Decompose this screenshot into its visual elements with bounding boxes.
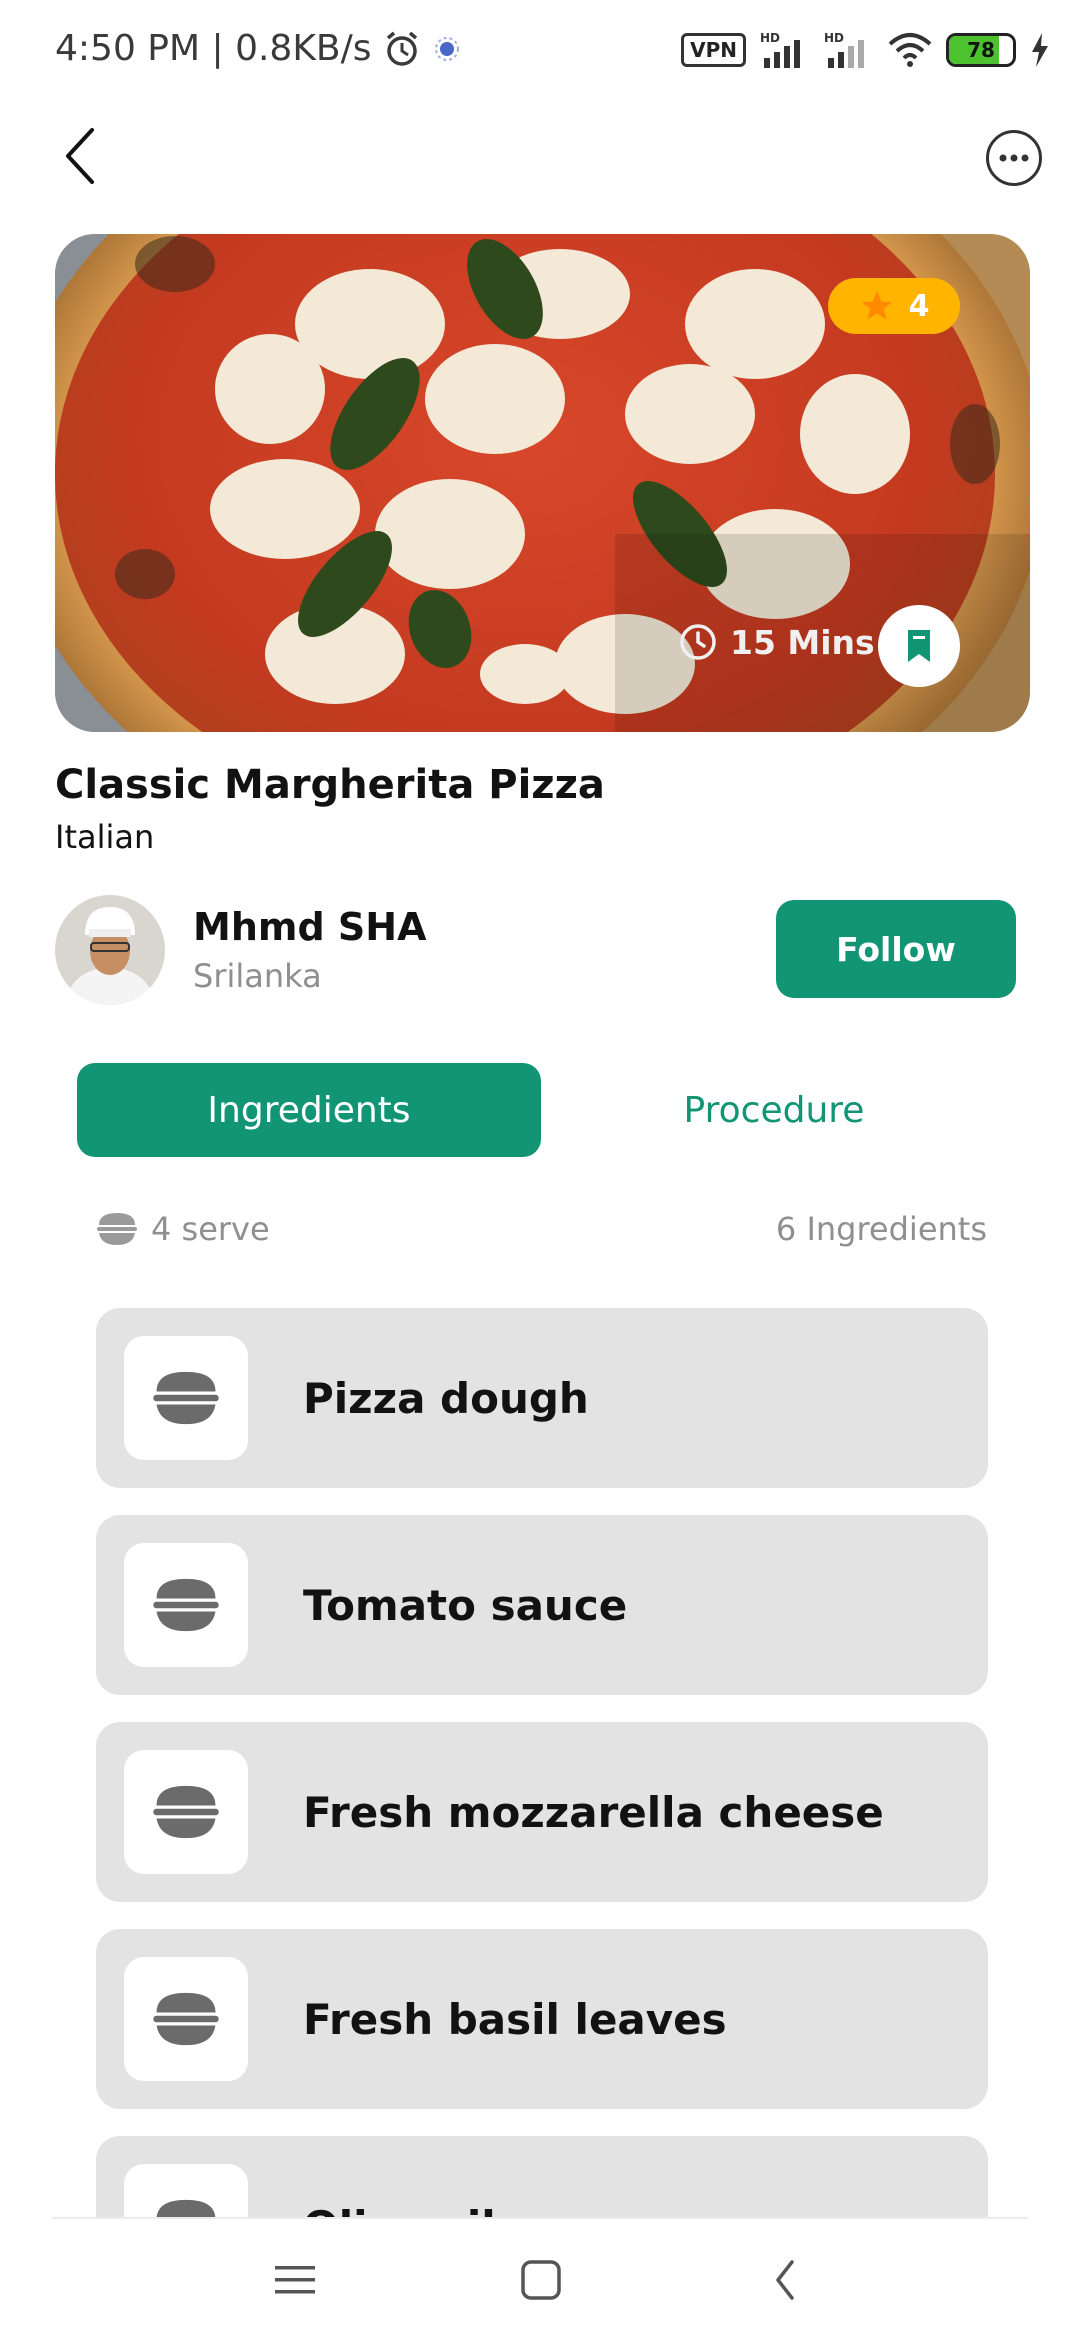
serve-count: 4 serve	[151, 1210, 270, 1248]
battery-percent: 78	[967, 38, 995, 62]
ingredient-icon-box	[124, 1336, 248, 1460]
signal-hd-icon: HD	[824, 31, 864, 68]
list-item[interactable]: Fresh basil leaves	[96, 1929, 988, 2109]
food-bowl-icon	[97, 1213, 137, 1245]
author-name[interactable]: Mhmd SHA	[193, 905, 426, 949]
square-icon	[521, 2260, 561, 2300]
ingredient-name: Fresh mozzarella cheese	[303, 1787, 884, 1837]
serve-info: 4 serve	[95, 1210, 270, 1248]
cook-time-label: 15 Mins	[730, 622, 875, 662]
recipe-title: Classic Margherita Pizza	[55, 762, 605, 808]
recipe-cuisine: Italian	[55, 818, 155, 856]
author-location: Srilanka	[193, 957, 322, 995]
list-item[interactable]: Pizza dough	[96, 1308, 988, 1488]
ingredient-name: Olive oil	[303, 2136, 496, 2218]
food-bowl-icon	[153, 1992, 219, 2046]
status-right: VPN HD HD 78	[681, 30, 1050, 70]
wifi-icon	[888, 33, 932, 67]
alarm-icon	[386, 31, 417, 66]
back-button[interactable]	[50, 120, 110, 190]
food-bowl-icon	[153, 1578, 219, 1632]
ingredient-icon-box	[124, 1957, 248, 2081]
ingredient-icon-box	[124, 1543, 248, 1667]
food-bowl-icon	[153, 1785, 219, 1839]
bookmark-button[interactable]	[878, 605, 960, 687]
ingredient-name: Pizza dough	[303, 1373, 589, 1423]
ingredients-count: 6 Ingredients	[775, 1210, 987, 1248]
rating-value: 4	[908, 288, 930, 324]
ingredient-name: Tomato sauce	[303, 1580, 628, 1630]
clock-icon	[680, 624, 716, 660]
avatar[interactable]	[55, 895, 165, 1005]
bookmark-icon	[908, 630, 930, 662]
list-item[interactable]: Fresh mozzarella cheese	[96, 1722, 988, 1902]
svg-text:HD: HD	[760, 31, 780, 45]
menu-icon	[275, 2266, 315, 2294]
ingredient-name: Fresh basil leaves	[303, 1994, 727, 2044]
food-bowl-icon	[153, 1371, 219, 1425]
chevron-left-icon	[66, 128, 94, 184]
app-icon	[434, 36, 459, 61]
system-back-button[interactable]	[750, 2245, 820, 2315]
tab-procedure[interactable]: Procedure	[542, 1063, 1006, 1157]
charging-icon	[1032, 33, 1048, 67]
battery-icon: 78	[946, 33, 1016, 67]
system-nav-bar	[0, 2220, 1080, 2340]
status-bar: 4:50 PM | 0.8KB/s VPN HD HD 78	[0, 0, 1080, 100]
chef-avatar-illustration	[55, 895, 165, 1005]
nav-divider	[52, 2217, 1028, 2219]
status-left: 4:50 PM | 0.8KB/s	[55, 28, 462, 69]
list-item[interactable]: Tomato sauce	[96, 1515, 988, 1695]
home-button[interactable]	[506, 2245, 576, 2315]
star-icon	[861, 291, 892, 320]
chevron-left-icon	[776, 2260, 794, 2300]
follow-button[interactable]: Follow	[776, 900, 1016, 998]
svg-text:HD: HD	[824, 31, 844, 45]
ingredients-list[interactable]: Pizza dough Tomato sauce Fresh mozzarell…	[0, 1300, 1080, 2217]
ingredient-icon-box	[124, 1750, 248, 1874]
food-bowl-icon	[156, 2199, 216, 2217]
vpn-badge: VPN	[681, 33, 746, 67]
ingredient-icon-box	[124, 2164, 248, 2217]
tab-ingredients[interactable]: Ingredients	[77, 1063, 541, 1157]
status-time-speed: 4:50 PM | 0.8KB/s	[55, 28, 372, 69]
more-horizontal-icon	[999, 154, 1029, 162]
more-options-button[interactable]	[986, 130, 1042, 186]
cook-time: 15 Mins	[678, 622, 875, 662]
list-item[interactable]: Olive oil	[96, 2136, 988, 2217]
rating-badge: 4	[828, 278, 960, 334]
recents-button[interactable]	[260, 2245, 330, 2315]
signal-hd-icon: HD	[760, 31, 800, 68]
